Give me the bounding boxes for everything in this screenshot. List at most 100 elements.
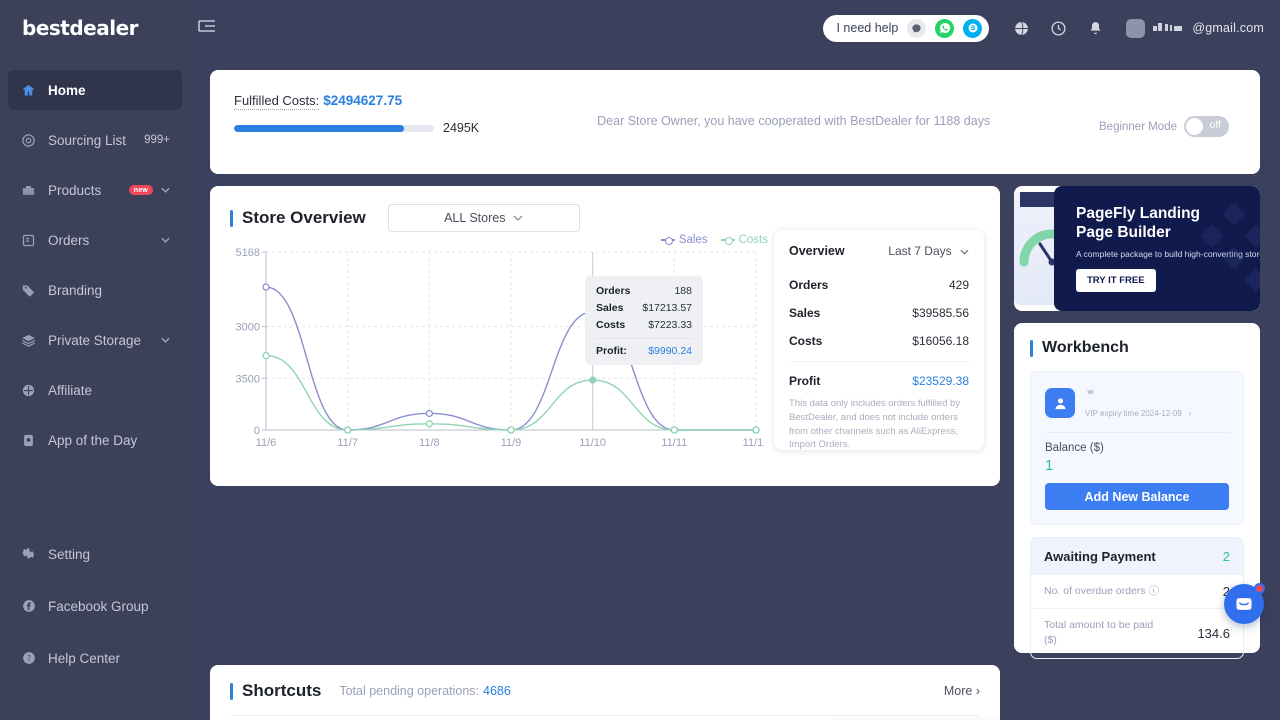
overview-orders-label: Orders	[789, 278, 829, 292]
notification-dot	[1254, 583, 1265, 594]
chevron-down-icon	[960, 249, 969, 255]
svg-text:11/9: 11/9	[501, 437, 522, 449]
svg-text:11/10: 11/10	[579, 437, 606, 449]
sidebar-item-home[interactable]: Home	[8, 70, 182, 110]
info-icon[interactable]: ⓘ	[1148, 585, 1159, 597]
logo[interactable]: bestdealer	[0, 0, 190, 56]
pending-operations-count: 4686	[483, 684, 511, 698]
layers-icon	[20, 332, 37, 349]
beginner-mode-control: Beginner Mode off	[1099, 116, 1236, 137]
tooltip-orders-value: 188	[674, 285, 692, 297]
fulfilled-costs-banner: Fulfilled Costs: $2494627.75 2495K Dear S…	[210, 70, 1260, 174]
chevron-down-icon	[161, 335, 170, 345]
user-avatar-icon	[1045, 388, 1075, 418]
awaiting-payment-section: Awaiting Payment 2 No. of overdue orders…	[1030, 537, 1244, 659]
intercom-chat-button[interactable]	[1224, 583, 1265, 624]
whatsapp-icon[interactable]	[935, 18, 955, 38]
sidebar-item-setting[interactable]: Setting	[8, 534, 182, 574]
logo-text: bestdealer	[22, 16, 139, 40]
sidebar-item-sourcing-list[interactable]: Sourcing List 999+	[8, 120, 182, 160]
beginner-mode-label: Beginner Mode	[1099, 120, 1177, 133]
skype-icon[interactable]	[963, 18, 983, 38]
sidebar-item-branding[interactable]: Branding	[8, 270, 182, 310]
fulfilled-progress-label: 2495K	[443, 121, 480, 135]
overview-note: This data only includes orders fulfilled…	[789, 398, 961, 451]
workbench-divider	[1045, 432, 1229, 433]
tooltip-divider	[596, 338, 692, 339]
total-amount-label: Total amount to be paid ($)	[1044, 619, 1154, 647]
avatar[interactable]	[1126, 18, 1146, 38]
chevron-right-icon: ›	[1186, 409, 1192, 418]
svg-text:11/12: 11/12	[743, 437, 764, 449]
sidebar-item-affiliate[interactable]: Affiliate	[8, 370, 182, 410]
main-content: Fulfilled Costs: $2494627.75 2495K Dear S…	[190, 56, 1280, 720]
overview-orders-row: Orders 429	[789, 278, 969, 292]
sidebar-item-label: Help Center	[48, 650, 121, 666]
menu-toggle-icon[interactable]	[198, 19, 216, 33]
total-amount-value: 134.6	[1197, 625, 1230, 641]
add-new-balance-button[interactable]: Add New Balance	[1045, 483, 1229, 510]
try-it-free-button[interactable]: TRY IT FREE	[1076, 268, 1156, 292]
overdue-orders-row[interactable]: No. of overdue orders ⓘ 2	[1031, 574, 1243, 608]
bell-icon[interactable]	[1087, 20, 1104, 37]
awaiting-payment-header[interactable]: Awaiting Payment 2	[1031, 538, 1243, 574]
topbar: I need help @gmail.com	[190, 0, 1280, 56]
clock-icon[interactable]	[1050, 20, 1067, 37]
sidebar-item-app-of-the-day[interactable]: App of the Day	[8, 420, 182, 460]
sidebar-item-count: 999+	[144, 134, 170, 146]
svg-text:5168: 5168	[236, 247, 260, 259]
right-column: PageFly Landing Page Builder A complete …	[1014, 186, 1260, 659]
sidebar-item-facebook-group[interactable]: Facebook Group	[8, 586, 182, 626]
sidebar-item-label: Branding	[48, 282, 103, 298]
ad-decoration-icon	[1200, 202, 1260, 292]
workbench-account-box: VIP expiry time 2024-12-09 › Balance ($)…	[1030, 371, 1244, 525]
sidebar-item-orders[interactable]: Orders	[8, 220, 182, 260]
overview-range-value: Last 7 Days	[888, 244, 952, 258]
home-icon	[20, 82, 37, 99]
sidebar-bottom-nav: Setting Facebook Group ? Help Center	[0, 534, 190, 720]
svg-text:11/7: 11/7	[337, 437, 358, 449]
pagefly-ad-banner[interactable]: PageFly Landing Page Builder A complete …	[1014, 186, 1260, 311]
workbench-vip-block[interactable]: VIP expiry time 2024-12-09 ›	[1085, 385, 1191, 421]
sidebar-item-private-storage[interactable]: Private Storage	[8, 320, 182, 360]
tooltip-sales-value: $17213.57	[642, 302, 692, 314]
messenger-icon[interactable]	[907, 18, 927, 38]
shortcuts-table: Products Orders ⓘ Your Price BestDealer …	[230, 715, 980, 720]
fulfilled-progress-row: 2495K	[234, 121, 479, 135]
sidebar-item-label: Setting	[48, 546, 91, 562]
help-pill[interactable]: I need help	[823, 14, 990, 42]
page-title: Store Overview	[242, 208, 366, 227]
tooltip-orders-label: Orders	[596, 285, 631, 297]
globe-icon[interactable]	[1013, 20, 1030, 37]
vip-crown-icon	[1085, 385, 1096, 402]
user-email[interactable]: @gmail.com	[1153, 20, 1264, 36]
overview-sales-value: $39585.56	[912, 306, 969, 320]
chat-bubble-icon	[1236, 598, 1252, 610]
sidebar-item-products[interactable]: Products new	[8, 170, 182, 210]
sidebar-item-help-center[interactable]: ? Help Center	[8, 638, 182, 678]
legend-marker	[720, 236, 735, 245]
beginner-mode-state: off	[1209, 119, 1221, 131]
balance-value: 1	[1045, 457, 1054, 474]
total-amount-row[interactable]: Total amount to be paid ($) 134.6	[1031, 608, 1243, 657]
new-badge: new	[128, 185, 153, 195]
section-accent-bar	[230, 682, 233, 700]
awaiting-payment-title: Awaiting Payment	[1044, 548, 1156, 564]
overview-range-selector[interactable]: Last 7 Days	[888, 244, 969, 258]
help-label: I need help	[836, 21, 899, 35]
balance-label: Balance ($)	[1045, 442, 1104, 454]
fulfilled-costs-value: $2494627.75	[323, 93, 403, 108]
svg-text:3500: 3500	[236, 373, 260, 385]
beginner-mode-toggle[interactable]: off	[1184, 116, 1229, 137]
section-accent-bar	[230, 209, 233, 227]
question-icon: ?	[20, 650, 37, 667]
overview-divider	[789, 361, 969, 362]
overview-panel: Overview Last 7 Days Orders 429 Sales $3…	[774, 230, 984, 450]
sidebar-item-label: Home	[48, 82, 86, 98]
fulfilled-costs-block: Fulfilled Costs: $2494627.75 2495K	[234, 92, 479, 135]
more-link[interactable]: More ›	[944, 684, 980, 698]
pending-operations: Total pending operations: 4686	[339, 684, 511, 698]
overview-sales-row: Sales $39585.56	[789, 306, 969, 320]
store-selector[interactable]: ALL Stores	[387, 204, 580, 232]
